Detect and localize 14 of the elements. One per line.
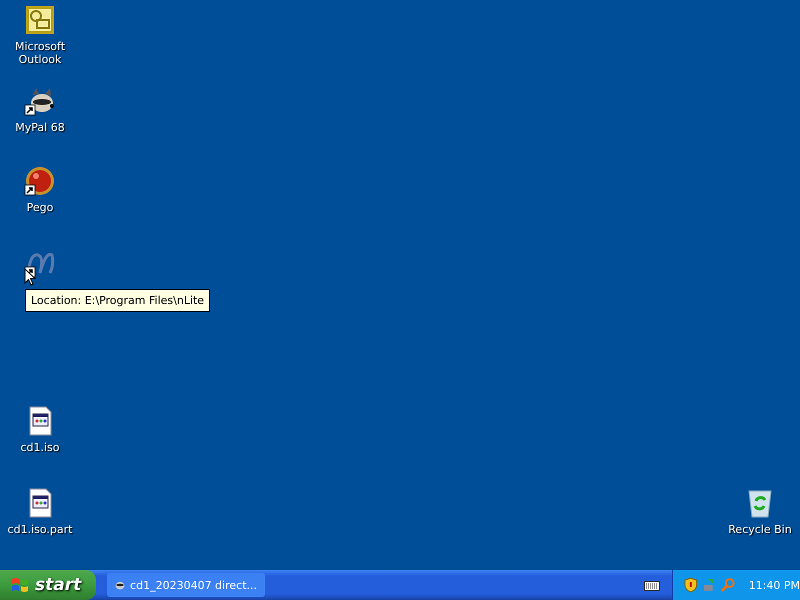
shield-icon[interactable] — [683, 577, 699, 593]
icon-label[interactable]: cd1.iso.part — [6, 523, 74, 536]
tooltip: Location: E:\Program Files\nLite — [25, 289, 210, 312]
taskbar-button[interactable]: cd1_20230407 direct... — [107, 573, 265, 597]
icon-label[interactable]: cd1.iso — [18, 441, 62, 454]
start-button[interactable]: start — [0, 570, 96, 600]
windows-logo-icon — [10, 575, 30, 595]
orb-icon[interactable] — [24, 165, 56, 197]
icon-label[interactable]: Microsoft Outlook — [0, 40, 80, 66]
icon-label[interactable]: Recycle Bin — [726, 523, 794, 536]
mouse-cursor-icon — [24, 268, 36, 286]
icon-label[interactable]: Pego — [24, 201, 56, 214]
icon-label[interactable]: MyPal 68 — [13, 121, 67, 134]
keyboard-icon[interactable] — [644, 579, 660, 591]
